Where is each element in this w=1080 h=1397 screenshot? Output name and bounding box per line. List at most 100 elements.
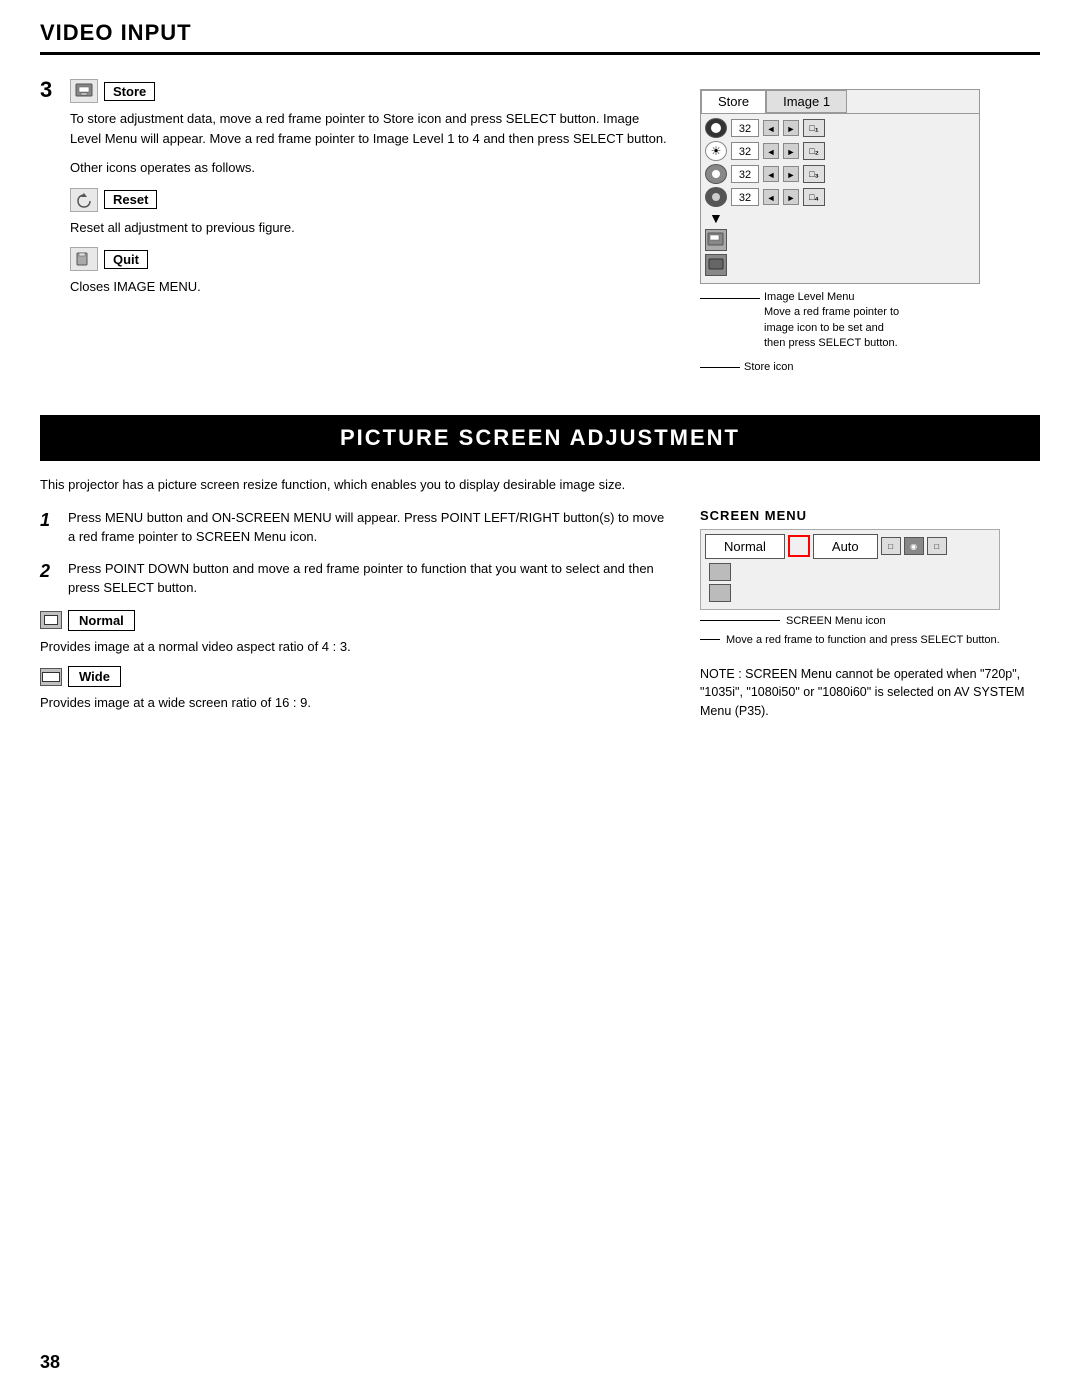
picture-step-1: 1 Press MENU button and ON-SCREEN MENU w…: [40, 508, 670, 547]
store-icon-row: Store: [70, 79, 670, 103]
store-header-btn: Store: [701, 90, 766, 113]
img-level-1-icon: □₁: [803, 119, 825, 137]
store-icon: [70, 79, 98, 103]
screen-icon-1: □: [881, 537, 901, 555]
step-1-text: Press MENU button and ON-SCREEN MENU wil…: [68, 508, 670, 547]
row2-left-arrow[interactable]: ◄: [763, 143, 779, 159]
screen-select-annotation: Move a red frame to function and press S…: [700, 633, 1040, 648]
contrast-circle-icon: [705, 118, 727, 138]
picture-content: 1 Press MENU button and ON-SCREEN MENU w…: [40, 508, 1040, 723]
normal-label: Normal: [68, 610, 135, 631]
video-input-content: 3 Store To store adjustment data, move a: [40, 79, 1040, 375]
other-icons-text: Other icons operates as follows.: [70, 158, 670, 178]
step-3-number: 3: [40, 79, 60, 101]
screen-select-text: Move a red frame to function and press S…: [726, 633, 1000, 648]
tint-icon: [705, 187, 727, 207]
image-menu-row-3: 32 ◄ ► □₃: [705, 164, 975, 184]
image-level-annotation: Image Level MenuMove a red frame pointer…: [700, 290, 1040, 352]
row3-left-arrow[interactable]: ◄: [763, 166, 779, 182]
picture-intro: This projector has a picture screen resi…: [40, 477, 1040, 492]
quit-label: Quit: [104, 250, 148, 269]
step-3-content: Store To store adjustment data, move a r…: [70, 79, 670, 307]
step-1-number: 1: [40, 508, 58, 547]
img-level-2-icon: □₂: [803, 142, 825, 160]
store-icon-2: [705, 254, 727, 276]
store-disk-icon: [705, 229, 727, 251]
screen-menu-icon-text: SCREEN Menu icon: [786, 614, 886, 629]
screen-auto-btn: Auto: [813, 534, 878, 559]
screen-menu-icon-annotation: SCREEN Menu icon: [700, 614, 1040, 629]
image-menu-row-2: ☀ 32 ◄ ► □₂: [705, 141, 975, 161]
brightness-icon: ☀: [705, 141, 727, 161]
row4-right-arrow[interactable]: ►: [783, 189, 799, 205]
screen-menu-mockup: Normal Auto □ ◉ □: [700, 529, 1000, 610]
wide-label: Wide: [68, 666, 121, 687]
screen-select-2: [709, 584, 731, 602]
step-2-text: Press POINT DOWN button and move a red f…: [68, 559, 670, 598]
image-menu-header: Store Image 1: [701, 90, 979, 114]
reset-label: Reset: [104, 190, 157, 209]
store-annotation-line: [700, 367, 740, 368]
step-2-number: 2: [40, 559, 58, 598]
page-number: 38: [40, 1352, 60, 1373]
row3-value: 32: [731, 165, 759, 183]
step-3-row: 3 Store To store adjustment data, move a: [40, 79, 670, 307]
screen-menu-title: SCREEN MENU: [700, 508, 1040, 523]
screen-small-row-1: [709, 563, 995, 581]
video-input-left: 3 Store To store adjustment data, move a: [40, 79, 670, 375]
picture-right: SCREEN MENU Normal Auto □ ◉ □: [700, 508, 1040, 723]
picture-screen-section: PICTURE SCREEN ADJUSTMENT This projector…: [0, 415, 1080, 723]
video-input-section: VIDEO INPUT 3 Store: [0, 0, 1080, 375]
quit-icon: [70, 247, 98, 271]
reset-text: Reset all adjustment to previous figure.: [70, 218, 670, 238]
normal-icon: [40, 611, 62, 629]
store-label: Store: [104, 82, 155, 101]
video-input-title-bar: VIDEO INPUT: [40, 20, 1040, 55]
normal-text: Provides image at a normal video aspect …: [40, 637, 670, 657]
color-icon: [705, 164, 727, 184]
quit-text: Closes IMAGE MENU.: [70, 277, 670, 297]
quit-icon-row: Quit: [70, 247, 670, 271]
store-icon-annotation: Store icon: [700, 360, 1040, 375]
screen-small-row-2: [709, 584, 995, 602]
row4-left-arrow[interactable]: ◄: [763, 189, 779, 205]
img-level-4-icon: □₄: [803, 188, 825, 206]
screen-select-1: [709, 563, 731, 581]
screen-annotation-line-1: [700, 620, 780, 621]
row2-value: 32: [731, 142, 759, 160]
row1-value: 32: [731, 119, 759, 137]
row2-right-arrow[interactable]: ►: [783, 143, 799, 159]
image-menu-mockup: Store Image 1 32 ◄ ► □₁: [700, 89, 980, 284]
image-menu-row-1: 32 ◄ ► □₁: [705, 118, 975, 138]
picture-title-bar: PICTURE SCREEN ADJUSTMENT: [40, 415, 1040, 461]
screen-menu-top-row: Normal Auto □ ◉ □: [705, 534, 995, 559]
annotation-line: [700, 298, 760, 299]
wide-icon-row: Wide: [40, 666, 670, 687]
red-frame-indicator: [788, 535, 810, 557]
store-text: To store adjustment data, move a red fra…: [70, 109, 670, 148]
image1-header-btn: Image 1: [766, 90, 847, 113]
image-level-annotation-text: Image Level MenuMove a red frame pointer…: [764, 290, 899, 352]
reset-icon: [70, 188, 98, 212]
video-input-title: VIDEO INPUT: [40, 20, 192, 45]
store-icon-annotation-text: Store icon: [744, 360, 794, 375]
normal-icon-row: Normal: [40, 610, 670, 631]
row4-value: 32: [731, 188, 759, 206]
image-menu-row-4: 32 ◄ ► □₄: [705, 187, 975, 207]
wide-text: Provides image at a wide screen ratio of…: [40, 693, 670, 713]
picture-left: 1 Press MENU button and ON-SCREEN MENU w…: [40, 508, 670, 723]
image-menu-rows: 32 ◄ ► □₁ ☀ 32 ◄ ► □₂: [701, 114, 979, 283]
reset-icon-row: Reset: [70, 188, 670, 212]
row3-right-arrow[interactable]: ►: [783, 166, 799, 182]
image-menu-arrow-row: ▼: [705, 210, 975, 226]
screen-icon-2: ◉: [904, 537, 924, 555]
screen-annotation-line-2: [700, 639, 720, 640]
note-text: NOTE : SCREEN Menu cannot be operated wh…: [700, 665, 1040, 721]
img-level-3-icon: □₃: [803, 165, 825, 183]
image-menu-store-icon-row: [705, 254, 975, 276]
picture-step-2: 2 Press POINT DOWN button and move a red…: [40, 559, 670, 598]
row1-right-arrow[interactable]: ►: [783, 120, 799, 136]
row1-left-arrow[interactable]: ◄: [763, 120, 779, 136]
screen-icon-3: □: [927, 537, 947, 555]
video-input-right: Store Image 1 32 ◄ ► □₁: [700, 79, 1040, 375]
